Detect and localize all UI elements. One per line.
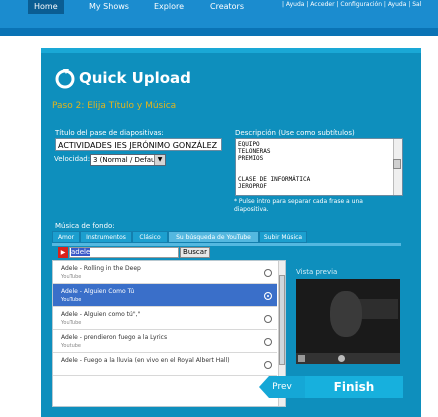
result-radio-checked[interactable] [264,292,272,300]
preview-label: Vista previa [296,268,338,276]
result-title: Adele - Alguien como tú"," [61,311,141,318]
search-text: adele [71,248,91,256]
result-row[interactable]: Adele - Rolling in the Deep YouTube [53,261,277,284]
music-tab-youtube[interactable]: Su búsqueda de YouTube [168,231,259,243]
music-label: Música de fondo: [55,222,115,230]
description-line: EQUIPO [238,141,260,148]
description-line: JEROPROF [238,183,267,190]
speed-label: Velocidad: [54,155,91,163]
result-radio[interactable] [264,338,272,346]
description-line [238,162,400,169]
speed-select[interactable]: 3 (Normal / Default) ▼ [90,154,166,166]
panel-top-shade [41,48,421,53]
quick-upload-panel: Quick Upload Paso 2: Elija Título y Músi… [41,48,421,417]
music-tab-instrumentos[interactable]: Instrumentos [80,231,132,243]
nav-tab-home[interactable]: Home [28,0,64,14]
instruction-line: 1. Escriba un título para su presentació… [62,379,186,386]
description-line [238,169,400,176]
nav-tab-my-shows[interactable]: My Shows [89,0,129,14]
nav-subbar [0,28,438,36]
top-navigation: Home My Shows Explore Creators | Ayuda |… [0,0,438,36]
result-source: YouTube [61,274,82,280]
description-scroll-thumb[interactable] [393,159,401,169]
result-radio[interactable] [264,269,272,277]
slideshow-title-input[interactable]: ACTIVIDADES IES JERÓNIMO GONZÁLEZ [55,138,222,151]
nav-tab-creators[interactable]: Creators [210,0,244,14]
instructions: 1. Escriba un título para su presentació… [62,379,252,400]
instruction-line: 3. La canción seleccionada se reproducir… [62,393,225,400]
result-row-selected[interactable]: Adele - Alguien Como Tú YouTube [53,284,277,307]
result-title: Adele - Rolling in the Deep [61,265,141,272]
play-icon[interactable] [298,355,305,362]
results-scroll-thumb[interactable] [279,275,285,365]
video-background [358,299,398,319]
music-tab-upload[interactable]: Subir Música [259,231,307,243]
result-row[interactable]: Adele - prendieron fuego a la Lyrics You… [53,330,277,353]
uploader-title: Quick Upload [79,69,191,87]
step-indicator: Paso 2: Elija Título y Música [52,101,177,111]
youtube-search-input[interactable]: adele [69,247,179,258]
nav-tab-explore[interactable]: Explore [154,0,184,14]
result-radio[interactable] [264,361,272,369]
result-radio[interactable] [264,315,272,323]
finish-button[interactable]: Finish [305,376,403,398]
result-title: Adele - Alguien Como Tú [61,288,135,295]
result-title: Adele - prendieron fuego a la Lyrics [61,334,168,341]
music-tab-clasico[interactable]: Clásico [132,231,168,243]
description-textarea[interactable]: EQUIPO TELONERAS PREMIOS CLASE DE INFORM… [235,138,403,196]
video-controls [296,353,400,364]
search-button[interactable]: Buscar [180,247,210,258]
speed-select-value: 3 (Normal / Default) [93,156,163,164]
title-field-label: Título del pase de diapositivas: [55,129,164,137]
result-row[interactable]: Adele - Fuego a la lluvia (en vivo en el… [53,353,277,376]
youtube-search: ▶ adele Buscar [58,247,239,260]
dropdown-arrow-icon[interactable]: ▼ [154,155,165,165]
nav-account-links[interactable]: | Ayuda | Acceder | Configuración | Ayud… [282,1,438,8]
seek-handle[interactable] [338,355,345,362]
description-label: Descripción (Use como subtítulos) [235,129,355,137]
music-tabs-underline [52,243,401,246]
video-figure [330,291,362,337]
video-preview[interactable] [296,279,400,364]
result-source: YouTube [61,320,82,326]
description-line: TELONERAS [238,148,271,155]
description-line: CLASE DE INFORMÁTICA [238,176,311,183]
instruction-line: 2. Haga clic en un título de la canción … [62,386,222,393]
result-source: Youtube [61,343,81,349]
result-row[interactable]: Adele - Alguien como tú"," YouTube [53,307,277,330]
upload-logo-icon [55,69,75,89]
description-hint: * Pulse intro para separar cada frase a … [234,198,363,213]
description-line: PREMIOS [238,155,264,162]
result-title: Adele - Fuego a la lluvia (en vivo en el… [61,357,230,364]
youtube-icon: ▶ [58,247,68,258]
music-tab-amor[interactable]: Amor [52,231,80,243]
result-source: YouTube [61,297,82,303]
